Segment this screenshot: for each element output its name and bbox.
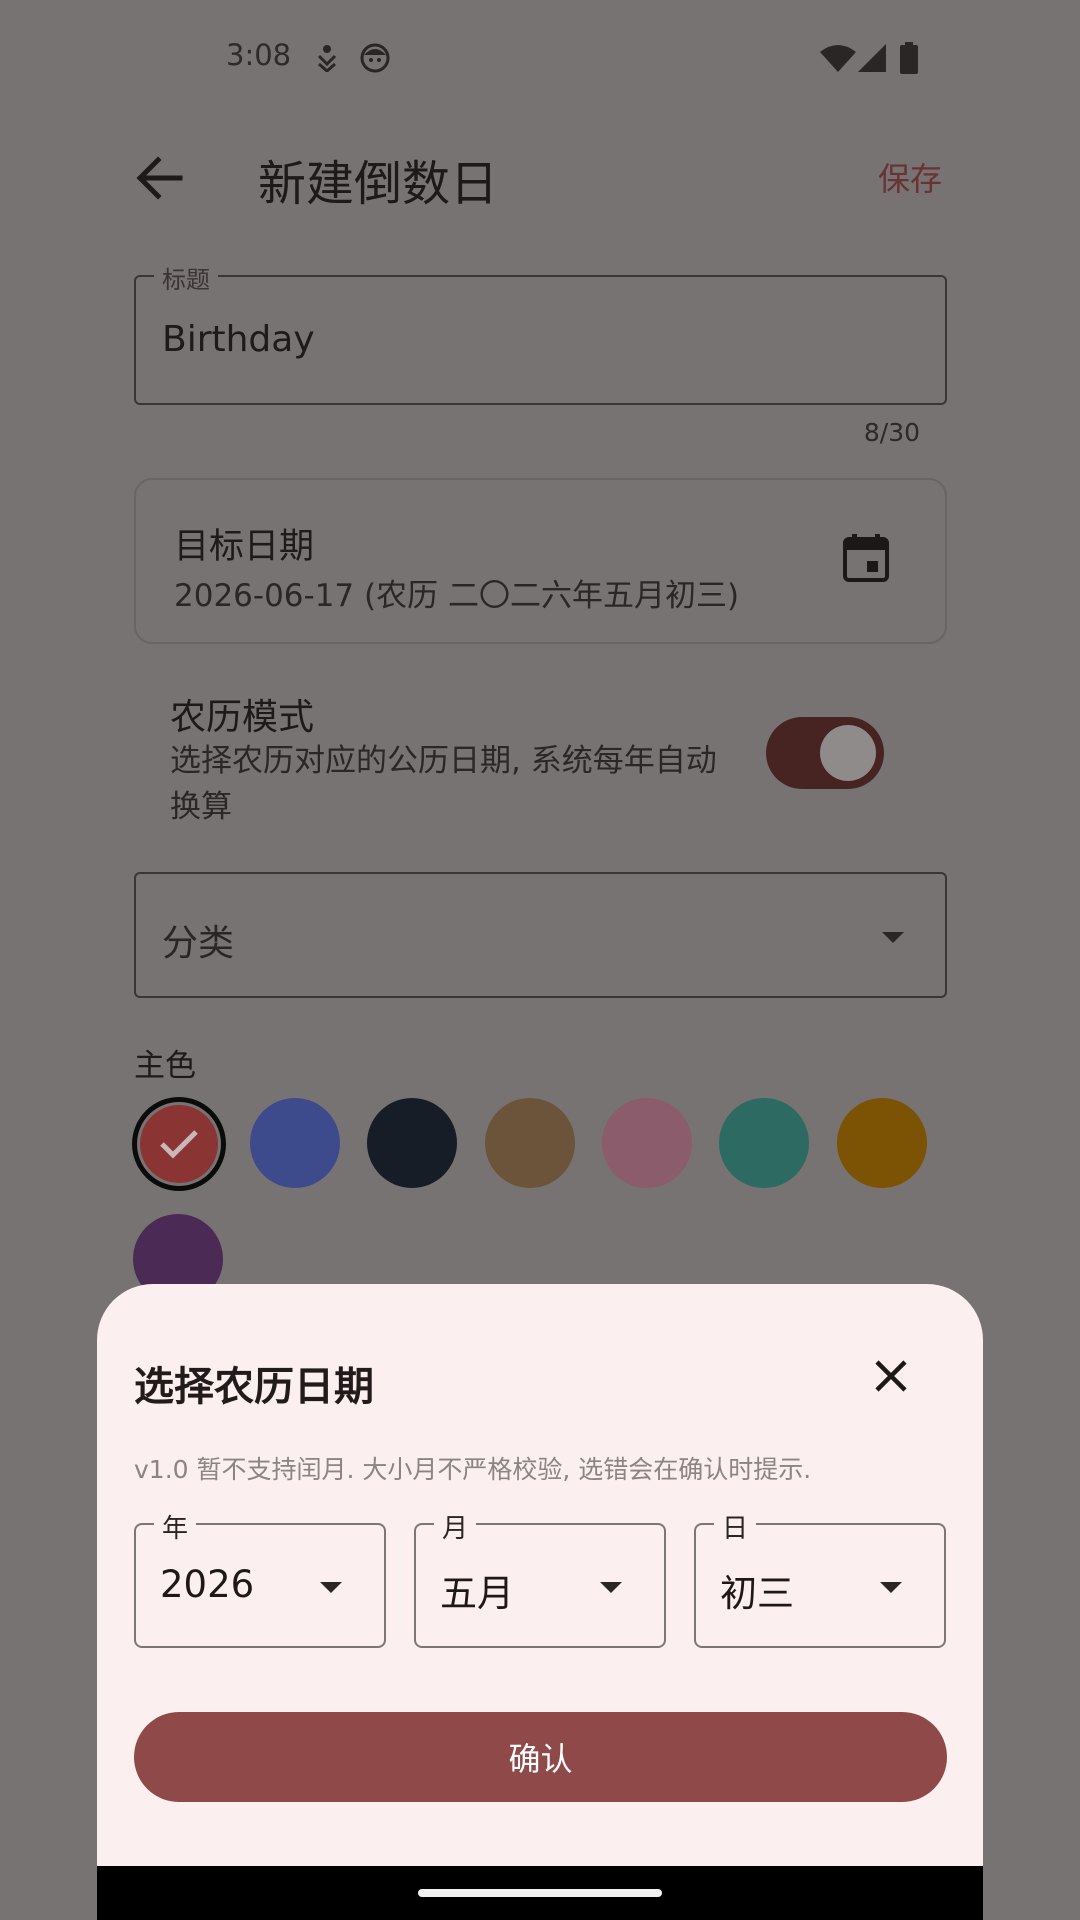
category-label: 分类 (162, 923, 235, 964)
target-date-value: 2026-06-17 (农历 二〇二六年五月初三) (174, 578, 740, 614)
check-icon (160, 1130, 198, 1159)
target-date-picker[interactable]: 目标日期 2026-06-17 (农历 二〇二六年五月初三) (134, 478, 947, 644)
color-swatch-6[interactable] (719, 1098, 809, 1188)
dropdown-arrow-icon (320, 1582, 342, 1593)
signal-icon (858, 44, 886, 72)
color-swatch-7[interactable] (837, 1098, 927, 1188)
color-swatch-5[interactable] (602, 1098, 692, 1188)
title-field-label: 标题 (154, 260, 218, 295)
month-label: 月 (434, 1508, 477, 1545)
page-title: 新建倒数日 (258, 156, 499, 212)
wifi-icon (820, 45, 856, 72)
year-label: 年 (154, 1508, 197, 1545)
lunar-mode-toggle[interactable] (766, 717, 884, 789)
close-icon[interactable] (867, 1352, 915, 1400)
dropdown-arrow-icon (882, 932, 904, 943)
month-dropdown[interactable]: 月 五月 (414, 1508, 666, 1648)
toggle-knob (820, 725, 876, 781)
year-dropdown[interactable]: 年 2026 (134, 1508, 386, 1648)
title-char-counter: 8/30 (863, 418, 920, 447)
sheet-title: 选择农历日期 (134, 1364, 374, 1410)
day-value: 初三 (720, 1572, 794, 1615)
day-dropdown[interactable]: 日 初三 (694, 1508, 946, 1648)
target-date-label: 目标日期 (174, 527, 315, 567)
download-person-icon (317, 45, 337, 72)
title-input-value[interactable]: Birthday (162, 319, 315, 360)
lunar-date-sheet: 选择农历日期 v1.0 暂不支持闰月. 大小月不严格校验, 选错会在确认时提示.… (97, 1284, 983, 1920)
title-input[interactable]: 标题 Birthday (134, 260, 947, 405)
day-label: 日 (714, 1508, 757, 1545)
color-swatch-selected-ring[interactable] (132, 1097, 226, 1191)
confirm-button[interactable]: 确认 (134, 1712, 947, 1802)
dropdown-arrow-icon (600, 1582, 622, 1593)
lunar-mode-description: 选择农历对应的公历日期, 系统每年自动换算 (170, 743, 717, 825)
home-indicator[interactable] (418, 1889, 662, 1897)
year-value: 2026 (160, 1563, 255, 1606)
color-swatch-4[interactable] (485, 1098, 575, 1188)
color-swatch-1[interactable] (140, 1105, 218, 1183)
navigation-bar (97, 1866, 983, 1920)
primary-color-heading: 主色 (134, 1048, 196, 1084)
save-button[interactable]: 保存 (878, 154, 942, 200)
color-swatch-2[interactable] (250, 1098, 340, 1188)
battery-icon (900, 42, 918, 74)
sheet-hint: v1.0 暂不支持闰月. 大小月不严格校验, 选错会在确认时提示. (134, 1455, 812, 1484)
dropdown-arrow-icon (880, 1582, 902, 1593)
category-dropdown[interactable]: 分类 (134, 872, 947, 998)
calendar-icon[interactable] (843, 534, 889, 582)
month-value: 五月 (440, 1572, 514, 1615)
status-time: 3:08 (226, 38, 292, 72)
face-icon (360, 43, 390, 73)
color-swatch-3[interactable] (367, 1098, 457, 1188)
arrow-back-icon[interactable] (128, 146, 192, 210)
lunar-mode-title: 农历模式 (170, 697, 315, 738)
